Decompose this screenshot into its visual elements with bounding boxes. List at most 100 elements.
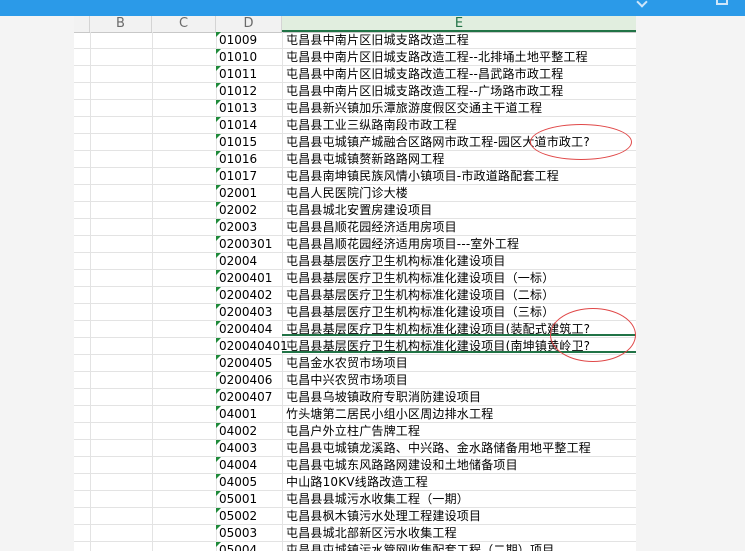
cell-e[interactable]: 屯昌县县城污水收集工程（一期）: [285, 491, 636, 508]
text-number-indicator-icon: [216, 134, 221, 139]
table-row: 05001 屯昌县县城污水收集工程（一期）: [74, 491, 636, 508]
cell-e[interactable]: 屯昌县枫木镇污水处理工程建设项目: [285, 508, 636, 525]
cell-d[interactable]: 0200405: [216, 355, 285, 372]
cell-e[interactable]: 屯昌县昌顺花园经济适用房项目: [285, 219, 636, 236]
cell-d[interactable]: 02003: [216, 219, 285, 236]
table-row: 04004 屯昌县屯城东风路路网建设和土地储备项目: [74, 457, 636, 474]
text-number-indicator-icon: [216, 423, 221, 428]
cell-d[interactable]: 05004: [216, 542, 285, 551]
cell-e[interactable]: 屯昌县中南片区旧城支路改造工程--昌武路市政工程: [285, 66, 636, 83]
cell-d[interactable]: 04005: [216, 474, 285, 491]
cell-d[interactable]: 02002: [216, 202, 285, 219]
cell-e[interactable]: 屯昌县屯城东风路路网建设和土地储备项目: [285, 457, 636, 474]
column-header-e[interactable]: E: [282, 16, 636, 32]
annotation-circle: [550, 308, 636, 362]
table-row: 0200301 屯昌县昌顺花园经济适用房项目---室外工程: [74, 236, 636, 253]
table-row: 02004 屯昌县基层医疗卫生机构标准化建设项目: [74, 253, 636, 270]
cell-d[interactable]: 04002: [216, 423, 285, 440]
cell-e[interactable]: 屯昌县南坤镇民族风情小镇项目-市政道路配套工程: [285, 168, 636, 185]
cell-d[interactable]: 0200402: [216, 287, 285, 304]
cell-e[interactable]: 中山路10KV线路改造工程: [285, 474, 636, 491]
cell-d[interactable]: 01012: [216, 83, 285, 100]
cell-d[interactable]: 01015: [216, 134, 285, 151]
cell-d-value: 04001: [219, 407, 258, 421]
table-row: 0200405 屯昌金水农贸市场项目: [74, 355, 636, 372]
cell-d-value: 0200301: [219, 237, 273, 251]
column-header-c[interactable]: C: [152, 16, 216, 32]
cell-d[interactable]: 01013: [216, 100, 285, 117]
cell-e[interactable]: 屯昌中兴农贸市场项目: [285, 372, 636, 389]
left-gutter: [0, 16, 74, 551]
cell-d[interactable]: 0200301: [216, 236, 285, 253]
cell-d[interactable]: 01014: [216, 117, 285, 134]
cell-e[interactable]: 屯昌县屯城镇污水管网收集配套工程（二期）项目: [285, 542, 636, 551]
cell-d-value: 01011: [219, 67, 258, 81]
cell-d[interactable]: 04001: [216, 406, 285, 423]
cell-e[interactable]: 屯昌县屯城镇龙溪路、中兴路、金水路储备用地平整工程: [285, 440, 636, 457]
cell-d-value: 01014: [219, 118, 258, 132]
cell-d[interactable]: 0200403: [216, 304, 285, 321]
cell-d-value: 0200405: [219, 356, 273, 370]
spreadsheet-grid[interactable]: B C D E 01009 屯昌县中南片区旧城支路改造工程 01010 屯昌县中南片区…: [74, 16, 636, 551]
column-header-bar: B C D E: [74, 16, 636, 33]
cell-d[interactable]: 0200406: [216, 372, 285, 389]
text-number-indicator-icon: [216, 457, 221, 462]
cell-d[interactable]: 01009: [216, 32, 285, 49]
cell-e[interactable]: 屯昌县新兴镇加乐潭旅游度假区交通主干道工程: [285, 100, 636, 117]
text-number-indicator-icon: [216, 32, 221, 37]
cell-d[interactable]: 01016: [216, 151, 285, 168]
cell-e[interactable]: 屯昌县中南片区旧城支路改造工程--广场路市政工程: [285, 83, 636, 100]
cell-e[interactable]: 屯昌县昌顺花园经济适用房项目---室外工程: [285, 236, 636, 253]
cell-d[interactable]: 01010: [216, 49, 285, 66]
cell-e[interactable]: 竹头塘第二居民小组小区周边排水工程: [285, 406, 636, 423]
cell-e[interactable]: 屯昌人民医院门诊大楼: [285, 185, 636, 202]
text-number-indicator-icon: [216, 168, 221, 173]
cell-d[interactable]: 05001: [216, 491, 285, 508]
table-row: 05002 屯昌县枫木镇污水处理工程建设项目: [74, 508, 636, 525]
restore-window-icon[interactable]: [716, 0, 728, 5]
column-header-d[interactable]: D: [216, 16, 282, 32]
cell-d[interactable]: 05002: [216, 508, 285, 525]
table-row: 04003 屯昌县屯城镇龙溪路、中兴路、金水路储备用地平整工程: [74, 440, 636, 457]
cell-e[interactable]: 屯昌县乌坡镇政府专职消防建设项目: [285, 389, 636, 406]
cell-e[interactable]: 屯昌县基层医疗卫生机构标准化建设项目（二标）: [285, 287, 636, 304]
table-row: 01009 屯昌县中南片区旧城支路改造工程: [74, 32, 636, 49]
cell-d-value: 0200407: [219, 390, 273, 404]
cell-d[interactable]: 04003: [216, 440, 285, 457]
cell-d[interactable]: 0200401: [216, 270, 285, 287]
text-number-indicator-icon: [216, 49, 221, 54]
cell-d[interactable]: 01017: [216, 168, 285, 185]
cell-d-value: 04003: [219, 441, 258, 455]
text-number-indicator-icon: [216, 525, 221, 530]
table-row: 04002 屯昌户外立柱广告牌工程: [74, 423, 636, 440]
cell-d-value: 04005: [219, 475, 258, 489]
cell-d-value: 01013: [219, 101, 258, 115]
cell-d[interactable]: 04004: [216, 457, 285, 474]
text-number-indicator-icon: [216, 117, 221, 122]
cell-e[interactable]: 屯昌县中南片区旧城支路改造工程: [285, 32, 636, 49]
cell-e[interactable]: 屯昌县中南片区旧城支路改造工程--北排埇土地平整工程: [285, 49, 636, 66]
cell-d[interactable]: 0200404: [216, 321, 285, 338]
table-row: 05004 屯昌县屯城镇污水管网收集配套工程（二期）项目: [74, 542, 636, 551]
cell-d[interactable]: 02001: [216, 185, 285, 202]
cell-e[interactable]: 屯昌县基层医疗卫生机构标准化建设项目: [285, 253, 636, 270]
cell-d[interactable]: 0200407: [216, 389, 285, 406]
cell-d[interactable]: 020040401: [216, 338, 288, 355]
cell-e[interactable]: 屯昌县基层医疗卫生机构标准化建设项目（一标）: [285, 270, 636, 287]
cell-d-value: 01017: [219, 169, 258, 183]
table-row: 01012 屯昌县中南片区旧城支路改造工程--广场路市政工程: [74, 83, 636, 100]
title-bar: [0, 0, 745, 16]
table-row: 04001 竹头塘第二居民小组小区周边排水工程: [74, 406, 636, 423]
cell-e[interactable]: 屯昌户外立柱广告牌工程: [285, 423, 636, 440]
cell-d-value: 0200406: [219, 373, 273, 387]
chevron-down-icon[interactable]: [636, 0, 648, 8]
column-header-b[interactable]: B: [90, 16, 152, 32]
cell-d-value: 02001: [219, 186, 258, 200]
cell-e[interactable]: 屯昌县城北部新区污水收集工程: [285, 525, 636, 542]
table-row: 0200403 屯昌县基层医疗卫生机构标准化建设项目（三标）: [74, 304, 636, 321]
cell-d[interactable]: 01011: [216, 66, 285, 83]
cell-d[interactable]: 02004: [216, 253, 285, 270]
cell-d[interactable]: 05003: [216, 525, 285, 542]
text-number-indicator-icon: [216, 389, 221, 394]
cell-e[interactable]: 屯昌县城北安置房建设项目: [285, 202, 636, 219]
